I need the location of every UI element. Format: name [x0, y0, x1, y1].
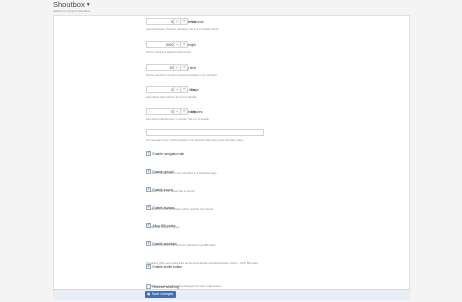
page-subtitle: Options for Siropu's Shoutbox: [53, 9, 91, 13]
smilie-button-checkbox[interactable]: [146, 263, 151, 269]
page-title[interactable]: Shoutbox▼: [53, 0, 91, 9]
bb-codes-checkbox[interactable]: [146, 222, 151, 228]
display-limit-hint: Set the maximum number of shouts to disp…: [146, 74, 218, 77]
increment-button[interactable]: +: [180, 109, 187, 114]
decrement-button[interactable]: –: [173, 109, 180, 114]
smilie-button-label[interactable]: Enable smilie button: [153, 265, 183, 269]
max-shout-length-value[interactable]: 2000: [166, 43, 173, 47]
reverse-scroll-checkbox[interactable]: [146, 284, 151, 289]
autolinks-checkbox[interactable]: [146, 240, 151, 246]
delete-older-field[interactable]: 0 –+: [146, 86, 188, 93]
delete-older-unit: Days: [191, 88, 199, 92]
save-icon: ▣: [147, 292, 151, 296]
avatars-checkbox[interactable]: [146, 204, 151, 210]
auto-prune-unit: Minutes: [191, 110, 203, 114]
refresh-interval-unit: Seconds: [191, 20, 204, 24]
decrement-button[interactable]: –: [173, 19, 180, 24]
sound-checkbox[interactable]: [146, 186, 151, 192]
navigation-tab-label[interactable]: Enable navigation tab: [153, 152, 185, 156]
increment-button[interactable]: +: [180, 42, 187, 47]
auto-prune-hint: Auto prune interval every x minutes. Set…: [146, 118, 210, 121]
save-button[interactable]: ▣ Save changes: [145, 291, 176, 298]
prune-message-input[interactable]: [146, 129, 264, 136]
decrement-button[interactable]: –: [173, 65, 180, 70]
max-shout-length-hint: Set the maximum allowed shout length.: [146, 51, 192, 54]
decrement-button[interactable]: –: [173, 42, 180, 47]
reverse-scroll-label[interactable]: Reverse scroll log: [153, 285, 179, 289]
caret-down-icon: ▼: [85, 2, 91, 8]
bb-codes-label[interactable]: Allow BB codes: [153, 224, 176, 228]
options-panel: Shoutbox refresh interval 5 –+ Seconds I…: [53, 15, 410, 300]
auto-prune-field[interactable]: 0 –+: [146, 108, 188, 115]
increment-button[interactable]: +: [180, 65, 187, 70]
display-limit-field[interactable]: 20 – +: [146, 64, 188, 71]
decrement-button[interactable]: –: [173, 87, 180, 92]
avatars-label[interactable]: Enable avatars: [153, 206, 175, 210]
form-footer: ▣ Save changes: [53, 289, 410, 300]
increment-button[interactable]: +: [180, 87, 187, 92]
upload-checkbox[interactable]: [146, 168, 151, 174]
navigation-tab-checkbox[interactable]: [146, 150, 151, 156]
save-button-label: Save changes: [151, 292, 174, 296]
upload-label[interactable]: Enable upload: [153, 170, 174, 174]
sound-label[interactable]: Enable sound: [153, 188, 173, 192]
refresh-interval-field[interactable]: 5 –+: [146, 18, 188, 25]
max-shout-length-field[interactable]: 2000 – +: [146, 41, 188, 48]
delete-older-hint: Auto-delete older shouts. Set to 0 to di…: [146, 96, 198, 99]
prune-message-hint: If a message is set, it will be posted i…: [146, 139, 244, 142]
autolinks-label[interactable]: Enable autolinks: [153, 242, 177, 246]
increment-button[interactable]: +: [180, 19, 187, 24]
autolinks-option: Enable autolinks If enabled, URLs and me…: [146, 240, 259, 265]
refresh-interval-hint: Interval between shoutbox refreshes. Set…: [146, 28, 220, 31]
